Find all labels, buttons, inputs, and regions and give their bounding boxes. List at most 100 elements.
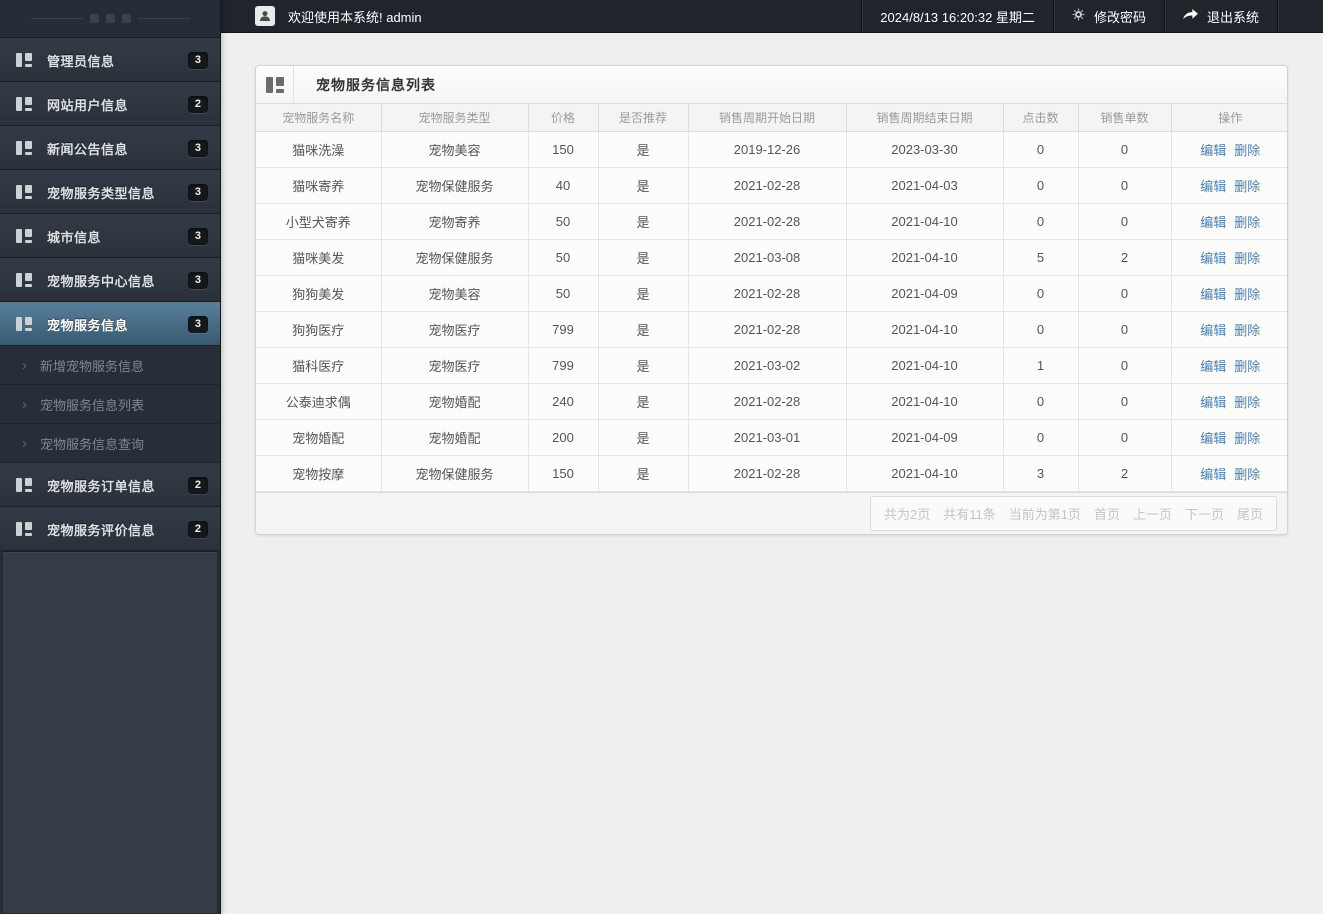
edit-link[interactable]: 编辑 bbox=[1200, 395, 1226, 410]
delete-link[interactable]: 删除 bbox=[1234, 359, 1260, 374]
sidebar-item[interactable]: 宠物服务信息 3 bbox=[0, 302, 220, 346]
delete-link[interactable]: 删除 bbox=[1234, 395, 1260, 410]
pagination-link[interactable]: 首页 bbox=[1094, 504, 1120, 523]
pagination-link[interactable]: 下一页 bbox=[1185, 504, 1224, 523]
table-cell: 是 bbox=[597, 130, 689, 168]
chevron-right-icon: › bbox=[22, 395, 27, 413]
welcome-area: 欢迎使用本系统! admin bbox=[221, 0, 861, 32]
table-row: 猫咪洗澡 宠物美容 150 是 2019-12-26 2023-03-30 0 0 编辑 删除 bbox=[256, 130, 1287, 168]
table-cell: 150 bbox=[527, 454, 599, 492]
edit-link[interactable]: 编辑 bbox=[1200, 143, 1226, 158]
table-cell: 2021-04-10 bbox=[845, 238, 1004, 276]
actions-cell: 编辑 删除 bbox=[1170, 454, 1287, 492]
table-cell: 0 bbox=[1002, 418, 1079, 456]
sidebar-item[interactable]: 新闻公告信息 3 bbox=[0, 126, 220, 170]
actions-cell: 编辑 删除 bbox=[1170, 382, 1287, 420]
panel-header: 宠物服务信息列表 bbox=[256, 66, 1287, 104]
handle-line bbox=[30, 18, 83, 19]
edit-link[interactable]: 编辑 bbox=[1200, 323, 1226, 338]
table-cell: 宠物保健服务 bbox=[380, 454, 529, 492]
actions-cell: 编辑 删除 bbox=[1170, 310, 1287, 348]
change-password-button[interactable]: 修改密码 bbox=[1052, 0, 1164, 32]
actions-cell: 编辑 删除 bbox=[1170, 166, 1287, 204]
sidebar-item[interactable]: 宠物服务评价信息 2 bbox=[0, 507, 220, 551]
change-password-label: 修改密码 bbox=[1093, 9, 1146, 25]
sidebar-item[interactable]: 网站用户信息 2 bbox=[0, 82, 220, 126]
table-row: 猫咪美发 宠物保健服务 50 是 2021-03-08 2021-04-10 5 2 编辑 删除 bbox=[256, 238, 1287, 276]
table-row: 狗狗美发 宠物美容 50 是 2021-02-28 2021-04-09 0 0 编辑 删除 bbox=[256, 274, 1287, 312]
table-cell: 公泰迪求偶 bbox=[256, 382, 382, 420]
delete-link[interactable]: 删除 bbox=[1234, 323, 1260, 338]
menu-grid-icon bbox=[16, 53, 32, 67]
table-cell: 宠物婚配 bbox=[380, 382, 529, 420]
menu-grid-icon bbox=[16, 97, 32, 111]
sidebar-item[interactable]: 城市信息 3 bbox=[0, 214, 220, 258]
edit-link[interactable]: 编辑 bbox=[1200, 467, 1226, 482]
welcome-text: 欢迎使用本系统! admin bbox=[288, 9, 422, 25]
table-cell: 240 bbox=[527, 382, 599, 420]
count-badge: 3 bbox=[187, 51, 208, 69]
sidebar-item[interactable]: 管理员信息 3 bbox=[0, 38, 220, 82]
sidebar-subitem-label: 宠物服务信息列表 bbox=[40, 397, 145, 413]
delete-link[interactable]: 删除 bbox=[1234, 431, 1260, 446]
pagination-link[interactable]: 上一页 bbox=[1133, 504, 1172, 523]
sidebar-subitem[interactable]: › 宠物服务信息列表 bbox=[0, 385, 220, 424]
table-cell: 0 bbox=[1002, 130, 1079, 168]
main-area: 欢迎使用本系统! admin 2024/8/13 16:20:32 星期二 修改… bbox=[221, 0, 1323, 914]
top-header-bar: 欢迎使用本系统! admin 2024/8/13 16:20:32 星期二 修改… bbox=[221, 0, 1323, 33]
handle-dot bbox=[105, 14, 115, 23]
table-cell: 2021-02-28 bbox=[687, 202, 847, 240]
edit-link[interactable]: 编辑 bbox=[1200, 431, 1226, 446]
table-row: 猫咪寄养 宠物保健服务 40 是 2021-02-28 2021-04-03 0 0 编辑 删除 bbox=[256, 166, 1287, 204]
column-header: 价格 bbox=[527, 104, 599, 132]
actions-cell: 编辑 删除 bbox=[1170, 418, 1287, 456]
panel-grid-icon bbox=[256, 66, 294, 103]
edit-link[interactable]: 编辑 bbox=[1200, 215, 1226, 230]
table-cell: 50 bbox=[527, 274, 599, 312]
table-cell: 2021-04-10 bbox=[845, 382, 1004, 420]
sidebar-item[interactable]: 宠物服务类型信息 3 bbox=[0, 170, 220, 214]
delete-link[interactable]: 删除 bbox=[1234, 179, 1260, 194]
table-cell: 是 bbox=[597, 382, 689, 420]
table-cell: 是 bbox=[597, 274, 689, 312]
table-cell: 宠物美容 bbox=[380, 130, 529, 168]
sidebar-subitem[interactable]: › 新增宠物服务信息 bbox=[0, 346, 220, 385]
table-cell: 猫咪洗澡 bbox=[256, 130, 382, 168]
table-cell: 2021-04-09 bbox=[845, 274, 1004, 312]
gear-icon bbox=[1071, 8, 1085, 24]
table-cell: 宠物医疗 bbox=[380, 346, 529, 384]
edit-link[interactable]: 编辑 bbox=[1200, 359, 1226, 374]
delete-link[interactable]: 删除 bbox=[1234, 287, 1260, 302]
edit-link[interactable]: 编辑 bbox=[1200, 179, 1226, 194]
delete-link[interactable]: 删除 bbox=[1234, 251, 1260, 266]
datetime-display: 2024/8/13 16:20:32 星期二 bbox=[861, 0, 1053, 32]
table-cell: 宠物美容 bbox=[380, 274, 529, 312]
table-cell: 0 bbox=[1077, 310, 1172, 348]
logout-button[interactable]: 退出系统 bbox=[1163, 0, 1277, 32]
edit-link[interactable]: 编辑 bbox=[1200, 287, 1226, 302]
sidebar-item[interactable]: 宠物服务订单信息 2 bbox=[0, 463, 220, 507]
column-header: 点击数 bbox=[1002, 104, 1079, 132]
sidebar-drag-handle[interactable] bbox=[0, 0, 220, 38]
pagination-stat: 共有11条 bbox=[943, 506, 996, 522]
sidebar-item[interactable]: 宠物服务中心信息 3 bbox=[0, 258, 220, 302]
edit-link[interactable]: 编辑 bbox=[1200, 251, 1226, 266]
sidebar-item-label: 宠物服务信息 bbox=[47, 317, 129, 333]
table-cell: 宠物婚配 bbox=[380, 418, 529, 456]
table-cell: 猫科医疗 bbox=[256, 346, 382, 384]
delete-link[interactable]: 删除 bbox=[1234, 467, 1260, 482]
table-cell: 0 bbox=[1077, 418, 1172, 456]
table-cell: 小型犬寄养 bbox=[256, 202, 382, 240]
table-cell: 5 bbox=[1002, 238, 1079, 276]
count-badge: 3 bbox=[187, 315, 208, 333]
table-cell: 狗狗美发 bbox=[256, 274, 382, 312]
table-body: 猫咪洗澡 宠物美容 150 是 2019-12-26 2023-03-30 0 0 编辑 删除 猫咪… bbox=[256, 130, 1287, 492]
count-badge: 3 bbox=[187, 139, 208, 157]
pagination-link[interactable]: 尾页 bbox=[1237, 504, 1263, 523]
table-cell: 200 bbox=[527, 418, 599, 456]
delete-link[interactable]: 删除 bbox=[1234, 215, 1260, 230]
sidebar-subitem[interactable]: › 宠物服务信息查询 bbox=[0, 424, 220, 463]
delete-link[interactable]: 删除 bbox=[1234, 143, 1260, 158]
table-cell: 0 bbox=[1077, 382, 1172, 420]
column-header: 是否推荐 bbox=[597, 104, 689, 132]
